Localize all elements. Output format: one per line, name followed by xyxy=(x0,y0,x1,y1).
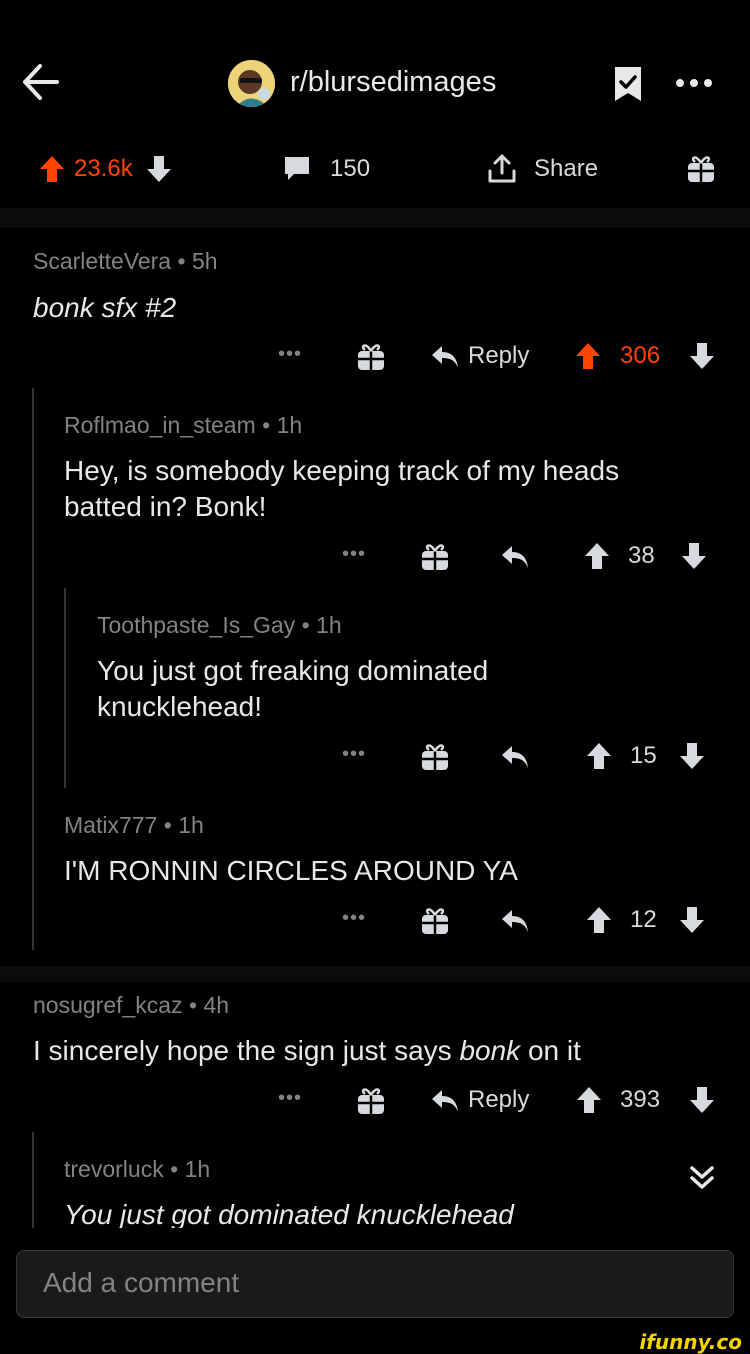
comment-author[interactable]: Matix777 xyxy=(64,812,157,838)
more-icon[interactable]: ••• xyxy=(342,743,366,766)
comment-meta: nosugref_kcaz • 4h xyxy=(33,992,230,1018)
comment-age: 1h xyxy=(184,1156,211,1182)
downvote-icon[interactable] xyxy=(678,905,706,935)
reply-icon[interactable] xyxy=(500,544,530,570)
gift-icon[interactable] xyxy=(356,1084,386,1116)
comment-meta: ScarletteVera • 5h xyxy=(33,248,218,274)
upvote-icon[interactable] xyxy=(574,341,602,371)
add-comment-input[interactable]: Add a comment xyxy=(16,1250,734,1318)
downvote-icon[interactable] xyxy=(680,541,708,571)
comment-age: 1h xyxy=(178,812,204,838)
reply-icon[interactable] xyxy=(500,744,530,770)
back-arrow-icon[interactable] xyxy=(20,62,60,102)
share-label: Share xyxy=(534,155,599,182)
upvote-icon[interactable] xyxy=(583,541,611,571)
subreddit-name[interactable]: r/blursedimages xyxy=(290,66,496,99)
bookmark-icon[interactable] xyxy=(612,64,644,104)
comment-author[interactable]: ScarletteVera xyxy=(33,248,171,274)
comment-meta: trevorluck • 1h xyxy=(64,1156,211,1182)
comment-meta: Roflmao_in_steam • 1h xyxy=(64,412,303,438)
more-icon[interactable]: ••• xyxy=(342,907,366,930)
downvote-icon[interactable] xyxy=(678,741,706,771)
comment-body-emphasis: bonk xyxy=(459,1035,521,1066)
comment-score: 306 xyxy=(620,342,661,369)
reply-icon[interactable] xyxy=(430,344,460,370)
more-icon[interactable] xyxy=(674,68,714,98)
thread-line[interactable] xyxy=(32,1132,34,1228)
comment-score: 38 xyxy=(628,542,655,569)
share-icon xyxy=(486,153,518,185)
upvote-icon[interactable] xyxy=(575,1085,603,1115)
comment-body: bonk sfx #2 xyxy=(33,292,177,323)
comment-body: You just got freaking dominated knuckleh… xyxy=(97,653,488,725)
comment-age: 1h xyxy=(316,612,342,638)
comment-body-line: knucklehead! xyxy=(97,691,263,722)
share-button[interactable]: Share xyxy=(486,153,598,185)
comment-score: 15 xyxy=(630,742,657,769)
comment-body-text: on it xyxy=(520,1035,581,1066)
comment-body: Hey, is somebody keeping track of my hea… xyxy=(64,453,619,525)
comment-body: I'M RONNIN CIRCLES AROUND YA xyxy=(64,855,518,886)
comment-meta: Matix777 • 1h xyxy=(64,812,204,838)
reply-button[interactable]: Reply xyxy=(468,342,529,370)
comment-body-line: batted in? Bonk! xyxy=(64,491,267,522)
collapse-icon[interactable] xyxy=(686,1162,718,1194)
comment-count: 150 xyxy=(330,155,371,182)
comment-age: 4h xyxy=(203,992,230,1018)
comment-author[interactable]: nosugref_kcaz xyxy=(33,992,183,1018)
comment-icon xyxy=(282,154,312,184)
thread-line[interactable] xyxy=(64,588,66,788)
watermark: ifunny.co xyxy=(639,1330,742,1354)
bottom-bar xyxy=(0,1332,750,1354)
comment-author[interactable]: trevorluck xyxy=(64,1156,164,1182)
comment-author[interactable]: Toothpaste_Is_Gay xyxy=(97,612,295,638)
more-icon[interactable]: ••• xyxy=(278,1087,302,1110)
downvote-icon[interactable] xyxy=(688,1085,716,1115)
gift-icon[interactable] xyxy=(686,152,716,184)
gift-icon[interactable] xyxy=(356,340,386,372)
comment-body-line: You just got freaking dominated xyxy=(97,655,489,686)
reply-icon[interactable] xyxy=(430,1088,460,1114)
gift-icon[interactable] xyxy=(420,540,450,572)
downvote-icon[interactable] xyxy=(688,341,716,371)
gift-icon[interactable] xyxy=(420,904,450,936)
comment-author[interactable]: Roflmao_in_steam xyxy=(64,412,256,438)
comment-score: 393 xyxy=(620,1086,661,1113)
thread-line[interactable] xyxy=(32,388,34,950)
upvote-icon[interactable] xyxy=(585,905,613,935)
comment-body-line: Hey, is somebody keeping track of my hea… xyxy=(64,455,620,486)
comment-age: 1h xyxy=(276,412,303,438)
more-icon[interactable]: ••• xyxy=(278,343,302,366)
subreddit-avatar[interactable] xyxy=(228,60,275,107)
gift-icon[interactable] xyxy=(420,740,450,772)
upvote-icon[interactable] xyxy=(585,741,613,771)
comment-age: 5h xyxy=(191,248,218,274)
post-score: 23.6k xyxy=(74,155,133,182)
comment-body: I sincerely hope the sign just says bonk… xyxy=(33,1033,581,1069)
more-icon[interactable]: ••• xyxy=(342,543,366,566)
comment-score: 12 xyxy=(630,906,657,933)
divider xyxy=(0,966,750,982)
upvote-icon[interactable] xyxy=(38,154,66,184)
downvote-icon[interactable] xyxy=(145,154,173,184)
divider xyxy=(0,208,750,228)
reply-button[interactable]: Reply xyxy=(468,1086,529,1114)
reply-icon[interactable] xyxy=(500,908,530,934)
comment-body-text: I sincerely hope the sign just says xyxy=(33,1035,460,1066)
comments-button[interactable]: 150 xyxy=(282,154,370,184)
comment-meta: Toothpaste_Is_Gay • 1h xyxy=(97,612,342,638)
post-action-bar: 23.6k 150 Share xyxy=(0,140,750,208)
